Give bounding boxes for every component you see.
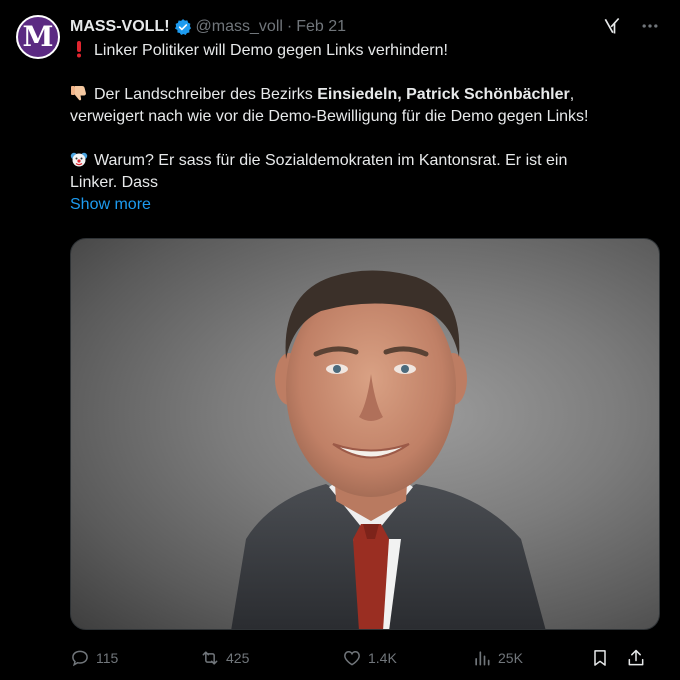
reply-button[interactable]: 115 bbox=[70, 648, 200, 668]
clown-emoji bbox=[70, 152, 88, 167]
tweet-p2-text: Der Landschreiber des Bezirks bbox=[94, 86, 318, 103]
repost-count: 425 bbox=[226, 650, 250, 666]
like-count: 1.4K bbox=[368, 650, 397, 666]
tweet-p3-line2: Linker. Dass bbox=[70, 174, 159, 191]
tweet-text: Linker Politiker will Demo gegen Links v… bbox=[70, 40, 660, 216]
share-button[interactable] bbox=[626, 648, 650, 668]
top-actions bbox=[602, 16, 660, 36]
portrait-photo bbox=[231, 270, 546, 629]
views-count: 25K bbox=[498, 650, 523, 666]
views-icon bbox=[475, 651, 490, 666]
avatar-letter: M bbox=[22, 20, 54, 53]
repost-button[interactable]: 425 bbox=[200, 648, 342, 668]
reply-count: 115 bbox=[96, 650, 119, 666]
author-handle[interactable]: @mass_voll bbox=[196, 18, 283, 36]
author-name[interactable]: MASS-VOLL! bbox=[70, 18, 170, 36]
repost-icon bbox=[202, 651, 218, 665]
views-button[interactable]: 25K bbox=[472, 648, 590, 668]
tweet-paragraph-2: Der Landschreiber des Bezirks Einsiedeln… bbox=[70, 84, 660, 128]
tweet-p2-bold: Einsiedeln, Patrick Schönbächler bbox=[317, 86, 570, 103]
share-icon bbox=[628, 649, 644, 666]
like-button[interactable]: 1.4K bbox=[342, 648, 472, 668]
tweet-header: MASS-VOLL! @mass_voll · Feb 21 bbox=[70, 16, 600, 38]
like-icon bbox=[344, 650, 360, 666]
grok-icon[interactable] bbox=[602, 16, 622, 36]
tweet-p3-line1: Warum? Er sass für die Sozialdemokraten … bbox=[94, 152, 568, 169]
tweet-line-1: Linker Politiker will Demo gegen Links v… bbox=[70, 40, 660, 62]
header-separator: · bbox=[286, 18, 293, 35]
thumbs-down-emoji bbox=[71, 86, 86, 101]
show-more-link[interactable]: Show more bbox=[70, 194, 151, 216]
tweet-paragraph-3: Warum? Er sass für die Sozialdemokraten … bbox=[70, 150, 660, 194]
exclamation-emoji bbox=[77, 41, 81, 58]
bookmark-button[interactable] bbox=[590, 648, 626, 668]
tweet-photo[interactable] bbox=[70, 238, 660, 630]
action-bar: 115 425 1.4K 25K bbox=[70, 646, 660, 670]
reply-icon bbox=[72, 650, 88, 667]
more-icon[interactable] bbox=[640, 16, 660, 36]
bookmark-icon bbox=[594, 650, 606, 666]
avatar[interactable]: M bbox=[16, 15, 60, 59]
tweet-p2-comma: , bbox=[569, 86, 575, 103]
verified-badge-icon bbox=[174, 19, 191, 36]
tweet-headline: Linker Politiker will Demo gegen Links v… bbox=[94, 42, 448, 59]
tweet-p2-line2: verweigert nach wie vor die Demo-Bewilli… bbox=[70, 108, 589, 125]
post-date[interactable]: Feb 21 bbox=[296, 18, 346, 36]
